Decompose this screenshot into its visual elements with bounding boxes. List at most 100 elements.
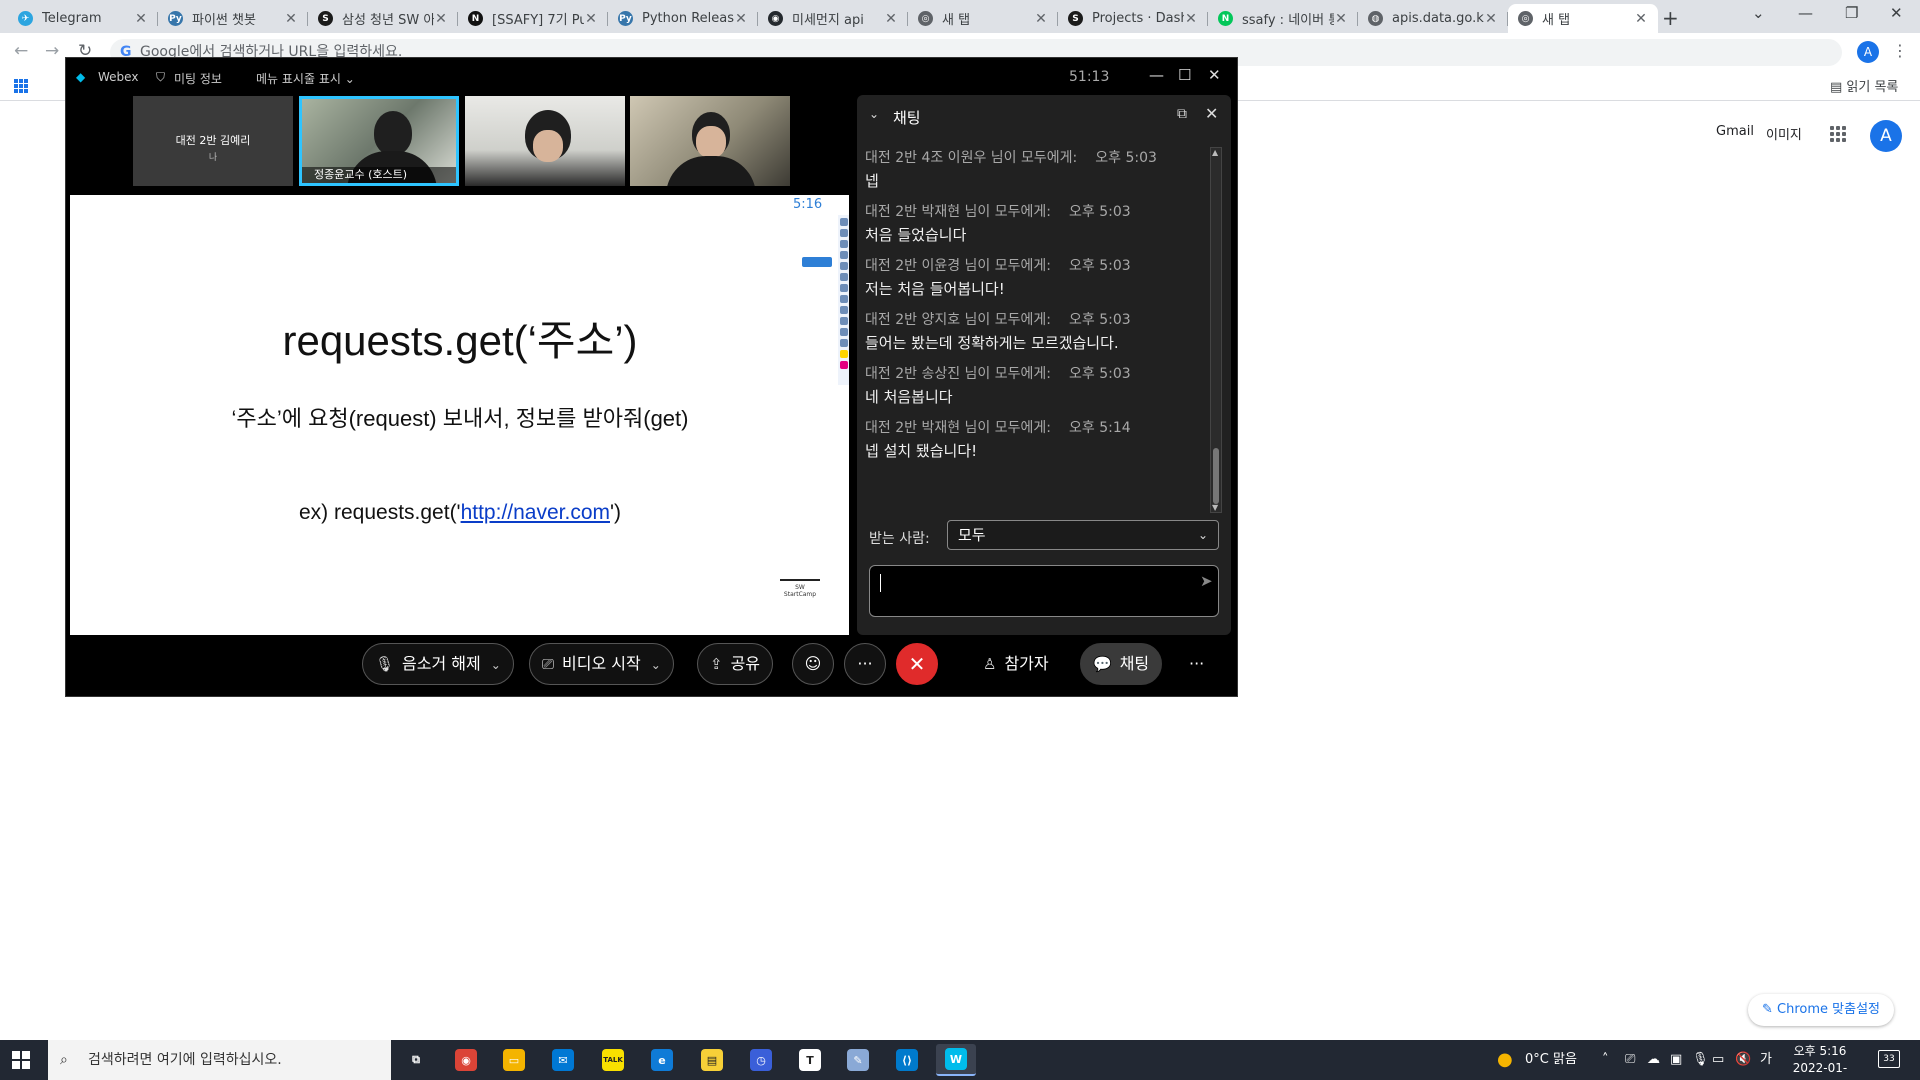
start-video-button[interactable]: ⎚ 비디오 시작 ⌄ [529, 643, 674, 685]
chevron-down-icon[interactable]: ⌄ [491, 658, 501, 672]
volume-mute-icon[interactable]: 🔇 [1735, 1040, 1751, 1080]
tab-close-icon[interactable]: ✕ [1484, 11, 1498, 27]
browser-tab[interactable]: Py 파이썬 챗봇 ✕ [158, 4, 308, 33]
tab-close-icon[interactable]: ✕ [1034, 11, 1048, 27]
tab-search-icon[interactable]: ⌄ [1752, 4, 1765, 22]
close-chat-icon[interactable]: ✕ [1205, 104, 1218, 123]
taskbar-app-button[interactable]: T [790, 1044, 830, 1076]
tab-close-icon[interactable]: ✕ [734, 11, 748, 27]
video-tile-participant[interactable] [630, 96, 790, 186]
images-link[interactable]: 이미지 [1766, 124, 1802, 143]
browser-tab[interactable]: ◎ 새 탭 ✕ [1508, 4, 1658, 33]
leave-meeting-button[interactable]: ✕ [896, 643, 938, 685]
taskbar-app-button[interactable]: ▭ [494, 1044, 534, 1076]
popout-icon[interactable]: ⧉ [1177, 106, 1187, 122]
unmute-button[interactable]: 🎙 음소거 해제 ⌄ [362, 643, 514, 685]
profile-avatar[interactable]: A [1857, 41, 1879, 63]
video-tile-participant[interactable] [465, 96, 625, 186]
network-icon[interactable]: ▭ [1712, 1040, 1724, 1080]
google-account-avatar[interactable]: A [1870, 120, 1902, 152]
taskbar-search-placeholder: 검색하려면 여기에 입력하십시오. [88, 1052, 282, 1068]
mic-off-icon: 🎙 [375, 655, 395, 673]
google-apps-icon[interactable] [1830, 126, 1846, 142]
chat-message-input[interactable]: ➤ [869, 565, 1219, 617]
tab-close-icon[interactable]: ✕ [134, 11, 148, 27]
meet-now-icon[interactable]: ⎚ [1625, 1040, 1635, 1080]
collapse-chevron-icon[interactable]: ⌄ [869, 107, 879, 121]
browser-tab[interactable]: Py Python Release ✕ [608, 4, 758, 33]
windows-start-icon[interactable] [12, 1051, 30, 1069]
taskbar-app-button[interactable]: ✉ [543, 1044, 583, 1076]
weather-text[interactable]: 0°C 맑음 [1525, 1040, 1577, 1080]
share-button[interactable]: ⇪ 공유 [697, 643, 774, 685]
scrollbar-thumb[interactable] [1213, 448, 1219, 504]
tab-close-icon[interactable]: ✕ [1634, 11, 1648, 27]
tab-close-icon[interactable]: ✕ [284, 11, 298, 27]
tab-close-icon[interactable]: ✕ [884, 11, 898, 27]
example-link[interactable]: http://naver.com [461, 501, 610, 524]
microphone-icon[interactable]: 🎙 [1692, 1040, 1709, 1080]
video-tile-host[interactable]: 정종윤교수 (호스트) [299, 96, 459, 186]
taskbar-app-button[interactable]: W [936, 1044, 976, 1076]
tab-close-icon[interactable]: ✕ [1184, 11, 1198, 27]
tab-close-icon[interactable]: ✕ [1334, 11, 1348, 27]
browser-tab[interactable]: ◍ apis.data.go.kr/✕ [1358, 4, 1508, 33]
notification-center-icon[interactable]: 33 [1878, 1050, 1900, 1068]
chat-button[interactable]: 💬 채팅 [1080, 643, 1163, 685]
taskbar-search-box[interactable]: ⌕ 검색하려면 여기에 입력하십시오. [48, 1040, 391, 1080]
more-panels-button[interactable]: ··· [1182, 643, 1211, 685]
browser-tab[interactable]: S 삼성 청년 SW 아 ✕ [308, 4, 458, 33]
tab-close-icon[interactable]: ✕ [584, 11, 598, 27]
meeting-info-button[interactable]: 미팅 정보 [174, 70, 222, 87]
reactions-button[interactable]: ☺ [792, 643, 834, 685]
taskbar-app-button[interactable]: ▤ [692, 1044, 732, 1076]
video-tile-self[interactable]: 대전 2반 김예리 나 [133, 96, 293, 186]
chat-scrollbar[interactable]: ▲ ▼ [1210, 147, 1222, 513]
webex-maximize-button[interactable]: ☐ [1178, 66, 1191, 84]
taskbar-app-button[interactable]: TALK [593, 1044, 633, 1076]
scroll-up-icon[interactable]: ▲ [1212, 148, 1218, 157]
annotation-mini-toolbar[interactable] [802, 257, 832, 267]
browser-tab[interactable]: ✈ Telegram ✕ [8, 4, 158, 33]
taskbar-app-button[interactable]: ⧉ [396, 1044, 436, 1076]
ime-indicator[interactable]: 가 [1760, 1040, 1772, 1080]
browser-tab[interactable]: S Projects · Dash ✕ [1058, 4, 1208, 33]
customize-chrome-button[interactable]: ✎ Chrome 맞춤설정 [1748, 994, 1894, 1026]
tab-label: 새 탭 [942, 13, 971, 28]
taskbar-app-button[interactable]: e [642, 1044, 682, 1076]
gmail-link[interactable]: Gmail [1716, 124, 1754, 139]
show-menu-bar-button[interactable]: 메뉴 표시줄 표시 ⌄ [256, 70, 355, 87]
new-tab-button[interactable]: + [1662, 6, 1679, 30]
close-window-button[interactable]: ✕ [1890, 4, 1903, 22]
webex-close-button[interactable]: ✕ [1208, 66, 1221, 84]
browser-tab[interactable]: N [SSAFY] 7기 Pu ✕ [458, 4, 608, 33]
chrome-menu-icon[interactable]: ⋮ [1892, 41, 1908, 60]
taskbar-clock[interactable]: 오후 5:16 2022-01-14 [1790, 1043, 1850, 1080]
scroll-down-icon[interactable]: ▼ [1212, 503, 1218, 512]
participants-button[interactable]: ♙ 참가자 [970, 643, 1062, 685]
reading-list-button[interactable]: ▤ 읽기 목록 [1830, 76, 1898, 95]
onedrive-cloud-icon[interactable]: ☁ [1647, 1040, 1660, 1080]
message-time: 오후 5:03 [1095, 150, 1157, 166]
taskbar-app-button[interactable]: ✎ [838, 1044, 878, 1076]
browser-tab[interactable]: ◎ 새 탭 ✕ [908, 4, 1058, 33]
chevron-down-icon[interactable]: ⌄ [651, 658, 661, 672]
minimize-button[interactable]: — [1798, 4, 1813, 22]
recipient-select[interactable]: 모두 ⌄ [947, 520, 1219, 550]
device-icon[interactable]: ▣ [1670, 1040, 1682, 1080]
more-options-button[interactable]: ··· [844, 643, 886, 685]
taskbar-app-button[interactable]: ⟨⟩ [887, 1044, 927, 1076]
taskbar-app-button[interactable]: ◷ [741, 1044, 781, 1076]
tray-chevron-up-icon[interactable]: ˄ [1602, 1040, 1609, 1080]
forward-button[interactable]: → [45, 41, 59, 61]
send-icon[interactable]: ➤ [1200, 572, 1213, 590]
webex-minimize-button[interactable]: — [1149, 66, 1164, 84]
taskbar-app-button[interactable]: ◉ [446, 1044, 486, 1076]
browser-tab[interactable]: ◉ 미세먼지 api ✕ [758, 4, 908, 33]
tab-close-icon[interactable]: ✕ [434, 11, 448, 27]
webex-logo-icon: ◆ [76, 70, 86, 84]
apps-icon[interactable] [14, 79, 28, 93]
maximize-button[interactable]: ❐ [1845, 4, 1858, 22]
browser-tab[interactable]: Nssafy : 네이버 통 ✕ [1208, 4, 1358, 33]
back-button[interactable]: ← [14, 41, 28, 61]
